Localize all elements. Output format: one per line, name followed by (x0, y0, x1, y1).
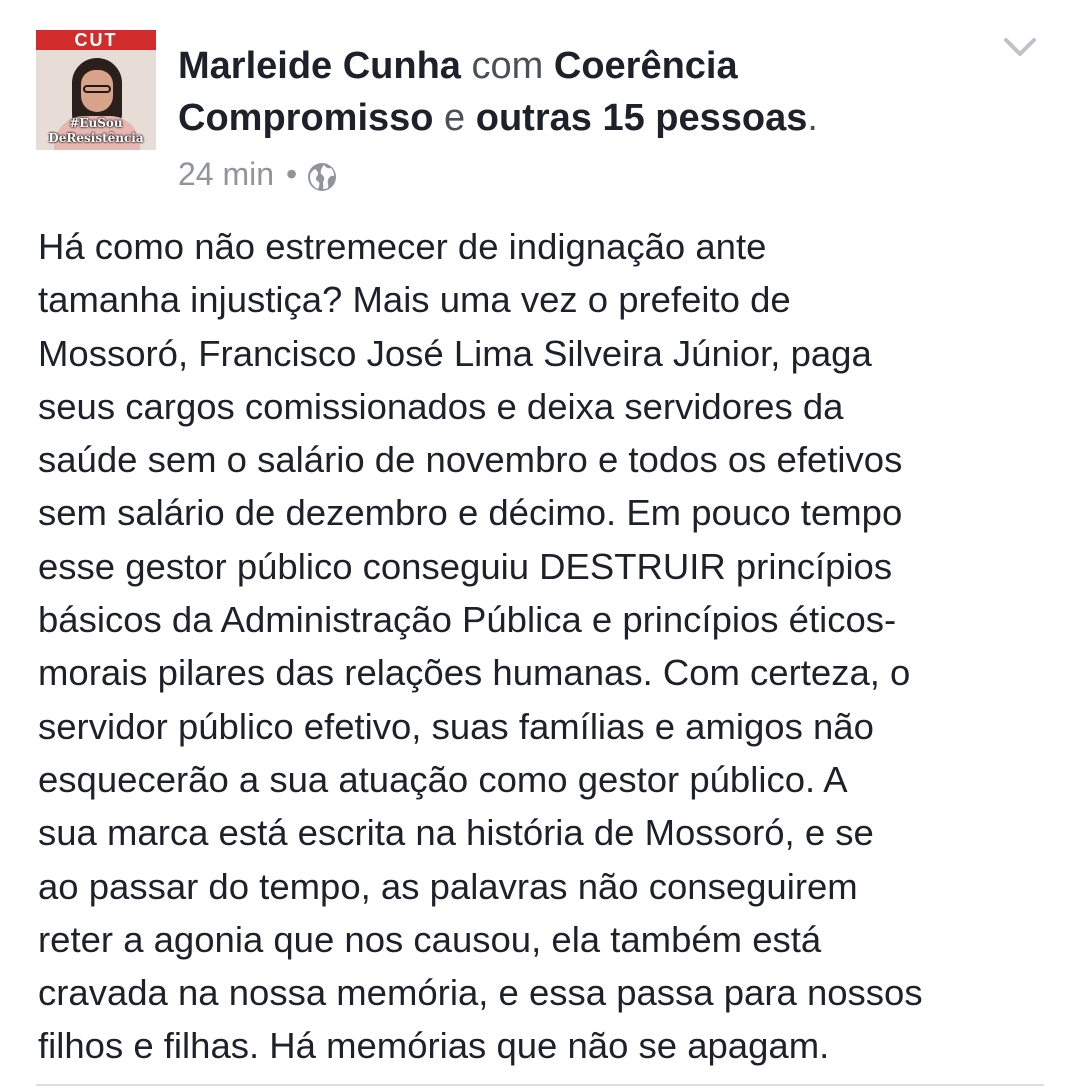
chevron-down-icon (1004, 38, 1036, 56)
and-word: e (444, 97, 466, 139)
post-meta: 24 min • (178, 152, 337, 196)
author-name-link[interactable]: Marleide Cunha (178, 45, 461, 87)
header-period: . (807, 97, 818, 139)
globe-icon[interactable] (307, 159, 337, 191)
facebook-post: CUT #EuSou DeResistência Marleide Cunha … (0, 0, 1080, 1088)
avatar-glasses (83, 85, 111, 93)
avatar-hashtag: #EuSou DeResistência (36, 116, 156, 146)
meta-separator: • (286, 156, 298, 192)
post-header-title: Marleide Cunha com Coerência Compromisso… (178, 40, 938, 144)
author-avatar[interactable]: CUT #EuSou DeResistência (36, 30, 156, 150)
avatar-hashtag-line2: DeResistência (48, 131, 144, 145)
other-people-link[interactable]: outras 15 pessoas (476, 97, 808, 139)
avatar-banner-text: CUT (74, 30, 118, 50)
post-body-text: Há como não estremecer de indignação ant… (38, 226, 923, 1067)
post-options-button[interactable] (1000, 32, 1040, 62)
post-divider (36, 1084, 1044, 1086)
avatar-hashtag-line1: #EuSou (69, 116, 123, 130)
with-word: com (471, 45, 544, 87)
post-timestamp[interactable]: 24 min (178, 152, 274, 196)
